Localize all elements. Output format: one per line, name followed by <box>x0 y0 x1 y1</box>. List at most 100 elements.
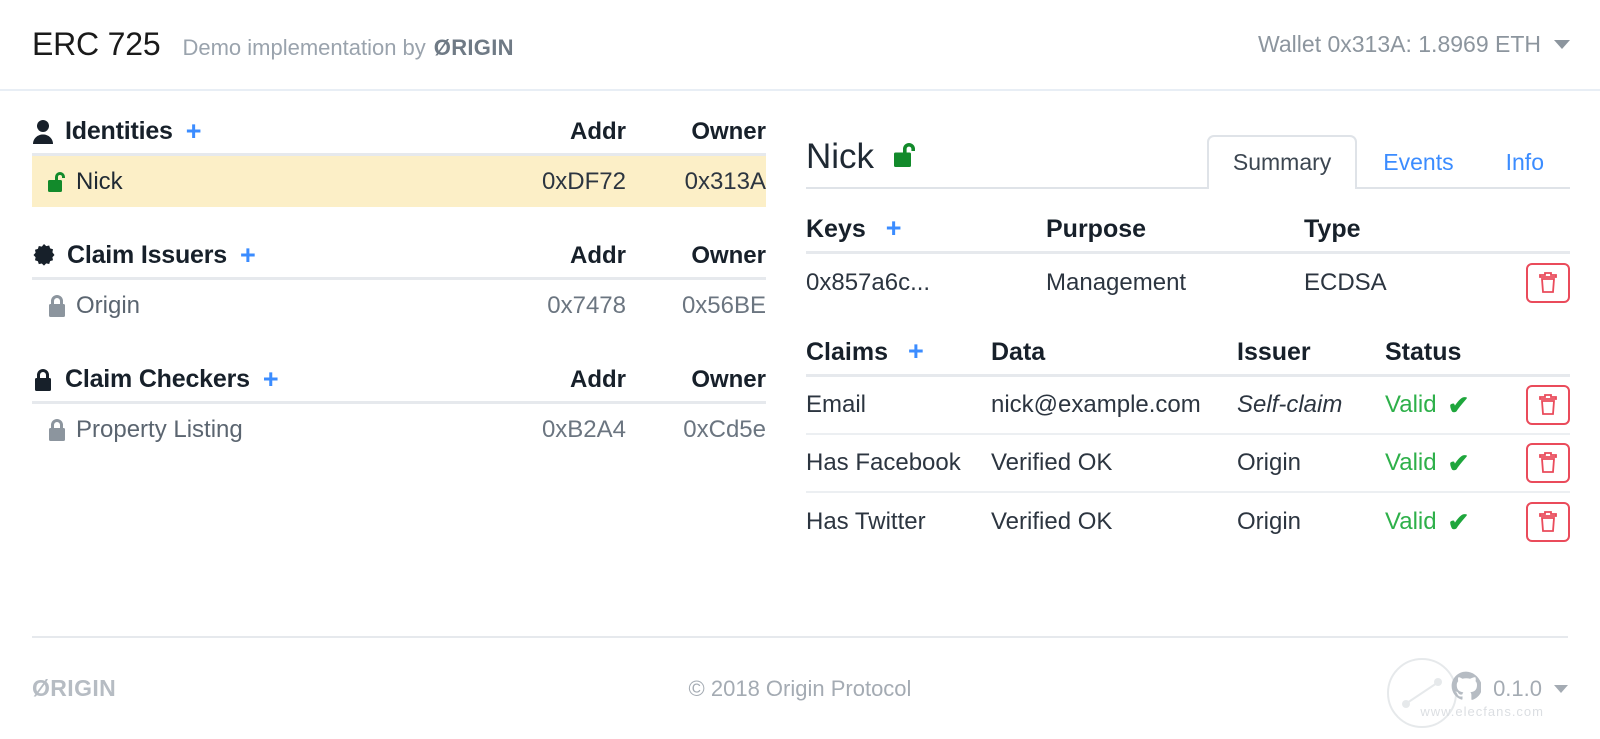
key-type: ECDSA <box>1304 269 1387 296</box>
claims-table: Claims + Data Issuer Status Email nick@e… <box>806 338 1570 551</box>
check-icon: ✔ <box>1447 507 1470 537</box>
chevron-down-icon <box>1554 684 1568 693</box>
check-icon: ✔ <box>1447 448 1470 478</box>
tab-summary[interactable]: Summary <box>1206 135 1358 189</box>
keys-title-label: Keys <box>806 215 866 243</box>
add-claim-button[interactable]: + <box>908 336 924 366</box>
tab-bar: Summary Events Info <box>1206 133 1570 189</box>
sidebar-lists: Identities + Addr Owner Nick 0xDF72 0x31… <box>32 117 766 636</box>
section-header-identities: Identities + Addr Owner <box>32 117 766 156</box>
claim-data: Verified OK <box>991 508 1113 535</box>
add-claim-issuer-button[interactable]: + <box>240 242 256 269</box>
section-title: Claim Checkers <box>65 365 250 393</box>
lock-icon <box>32 367 54 393</box>
delete-claim-button[interactable] <box>1526 502 1570 542</box>
add-identity-button[interactable]: + <box>186 118 202 145</box>
tab-events[interactable]: Events <box>1357 135 1479 189</box>
list-item-addr: 0xDF72 <box>541 167 626 195</box>
status-label: Valid <box>1385 449 1437 476</box>
claim-actions <box>1526 443 1570 483</box>
column-header-addr: Addr <box>570 117 626 145</box>
table-row: 0x857a6c... Management ECDSA <box>806 254 1570 312</box>
claim-name: Has Twitter <box>806 508 926 535</box>
page-title: ERC 725 <box>32 26 161 62</box>
claim-actions <box>1526 502 1570 542</box>
watermark-text: www.elecfans.com <box>1420 704 1544 719</box>
key-actions <box>1526 263 1570 303</box>
section-claim-issuers: Claim Issuers + Addr Owner Origin 0x7478… <box>32 241 766 331</box>
list-item-label: Origin <box>76 291 141 319</box>
column-header-data: Data <box>991 338 1046 366</box>
table-row: Has Facebook Verified OK Origin Valid ✔ <box>806 435 1570 493</box>
list-item[interactable]: Origin 0x7478 0x56BE <box>32 280 766 331</box>
app-footer: ØRIGIN © 2018 Origin Protocol 0.1.0 www.… <box>32 636 1568 739</box>
section-claim-checkers: Claim Checkers + Addr Owner Property Lis… <box>32 365 766 455</box>
unlock-icon <box>892 139 922 176</box>
trash-icon <box>1539 511 1557 532</box>
section-header-claim-checkers: Claim Checkers + Addr Owner <box>32 365 766 404</box>
claims-table-header: Claims + Data Issuer Status <box>806 338 1570 377</box>
main-content: Identities + Addr Owner Nick 0xDF72 0x31… <box>0 91 1600 636</box>
claim-name: Has Facebook <box>806 449 961 476</box>
add-claim-checker-button[interactable]: + <box>263 366 279 393</box>
version-label: 0.1.0 <box>1493 675 1542 701</box>
subtitle-text: Demo implementation by <box>182 35 426 60</box>
claims-title-label: Claims <box>806 338 888 366</box>
table-row: Has Twitter Verified OK Origin Valid ✔ <box>806 493 1570 551</box>
person-icon <box>32 119 54 145</box>
delete-claim-button[interactable] <box>1526 443 1570 483</box>
keys-table-header: Keys + Purpose Type <box>806 215 1570 254</box>
status-label: Valid <box>1385 508 1437 535</box>
detail-title: Nick <box>806 137 875 176</box>
list-item-addr: 0xB2A4 <box>541 415 626 443</box>
column-header-owner: Owner <box>691 117 766 145</box>
wallet-selector[interactable]: Wallet 0x313A: 1.8969 ETH <box>1258 31 1570 58</box>
brand-block: ERC 725 Demo implementation by ØRIGIN <box>32 26 514 63</box>
section-title: Claim Issuers <box>67 241 227 269</box>
trash-icon <box>1539 394 1557 415</box>
claim-issuer: Self-claim <box>1237 391 1343 418</box>
status-badge: Valid ✔ <box>1385 449 1515 477</box>
section-title: Identities <box>65 117 173 145</box>
column-header-purpose: Purpose <box>1046 215 1147 243</box>
certificate-icon <box>32 243 56 268</box>
lock-icon <box>46 293 76 319</box>
wallet-label: Wallet 0x313A: 1.8969 ETH <box>1258 31 1541 57</box>
delete-key-button[interactable] <box>1526 263 1570 303</box>
delete-claim-button[interactable] <box>1526 385 1570 425</box>
status-badge: Valid ✔ <box>1385 391 1515 419</box>
github-icon <box>1451 671 1483 706</box>
column-header-owner: Owner <box>691 241 766 269</box>
section-header-claim-issuers: Claim Issuers + Addr Owner <box>32 241 766 280</box>
trash-icon <box>1539 272 1557 293</box>
keys-title: Keys + <box>806 215 1046 244</box>
list-item-addr: 0x7478 <box>547 291 626 319</box>
detail-title-wrap: Nick <box>806 137 922 187</box>
claim-issuer: Origin <box>1237 508 1302 535</box>
key-hash: 0x857a6c... <box>806 269 931 296</box>
claims-title: Claims + <box>806 338 991 367</box>
column-header-addr: Addr <box>570 241 626 269</box>
list-item-owner: 0x313A <box>684 167 766 195</box>
claim-data: nick@example.com <box>991 391 1201 418</box>
column-header-addr: Addr <box>570 365 626 393</box>
detail-panel: Nick Summary Events Info Keys + Purpose … <box>806 117 1570 636</box>
list-item[interactable]: Property Listing 0xB2A4 0xCd5e <box>32 404 766 455</box>
list-item-owner: 0xCd5e <box>683 415 766 443</box>
column-header-issuer: Issuer <box>1237 338 1311 366</box>
unlock-icon <box>46 169 76 195</box>
column-header-type: Type <box>1304 215 1361 243</box>
check-icon: ✔ <box>1447 390 1470 420</box>
copyright-text: © 2018 Origin Protocol <box>688 675 912 701</box>
list-item-label: Nick <box>76 167 123 195</box>
list-item[interactable]: Nick 0xDF72 0x313A <box>32 156 766 207</box>
tab-info[interactable]: Info <box>1480 135 1570 189</box>
claim-data: Verified OK <box>991 449 1113 476</box>
keys-table: Keys + Purpose Type 0x857a6c... Manageme… <box>806 215 1570 312</box>
claim-actions <box>1526 385 1570 425</box>
detail-header: Nick Summary Events Info <box>806 117 1570 189</box>
section-identities: Identities + Addr Owner Nick 0xDF72 0x31… <box>32 117 766 207</box>
status-badge: Valid ✔ <box>1385 508 1515 536</box>
version-selector[interactable]: 0.1.0 <box>1451 671 1568 706</box>
add-key-button[interactable]: + <box>886 213 902 243</box>
